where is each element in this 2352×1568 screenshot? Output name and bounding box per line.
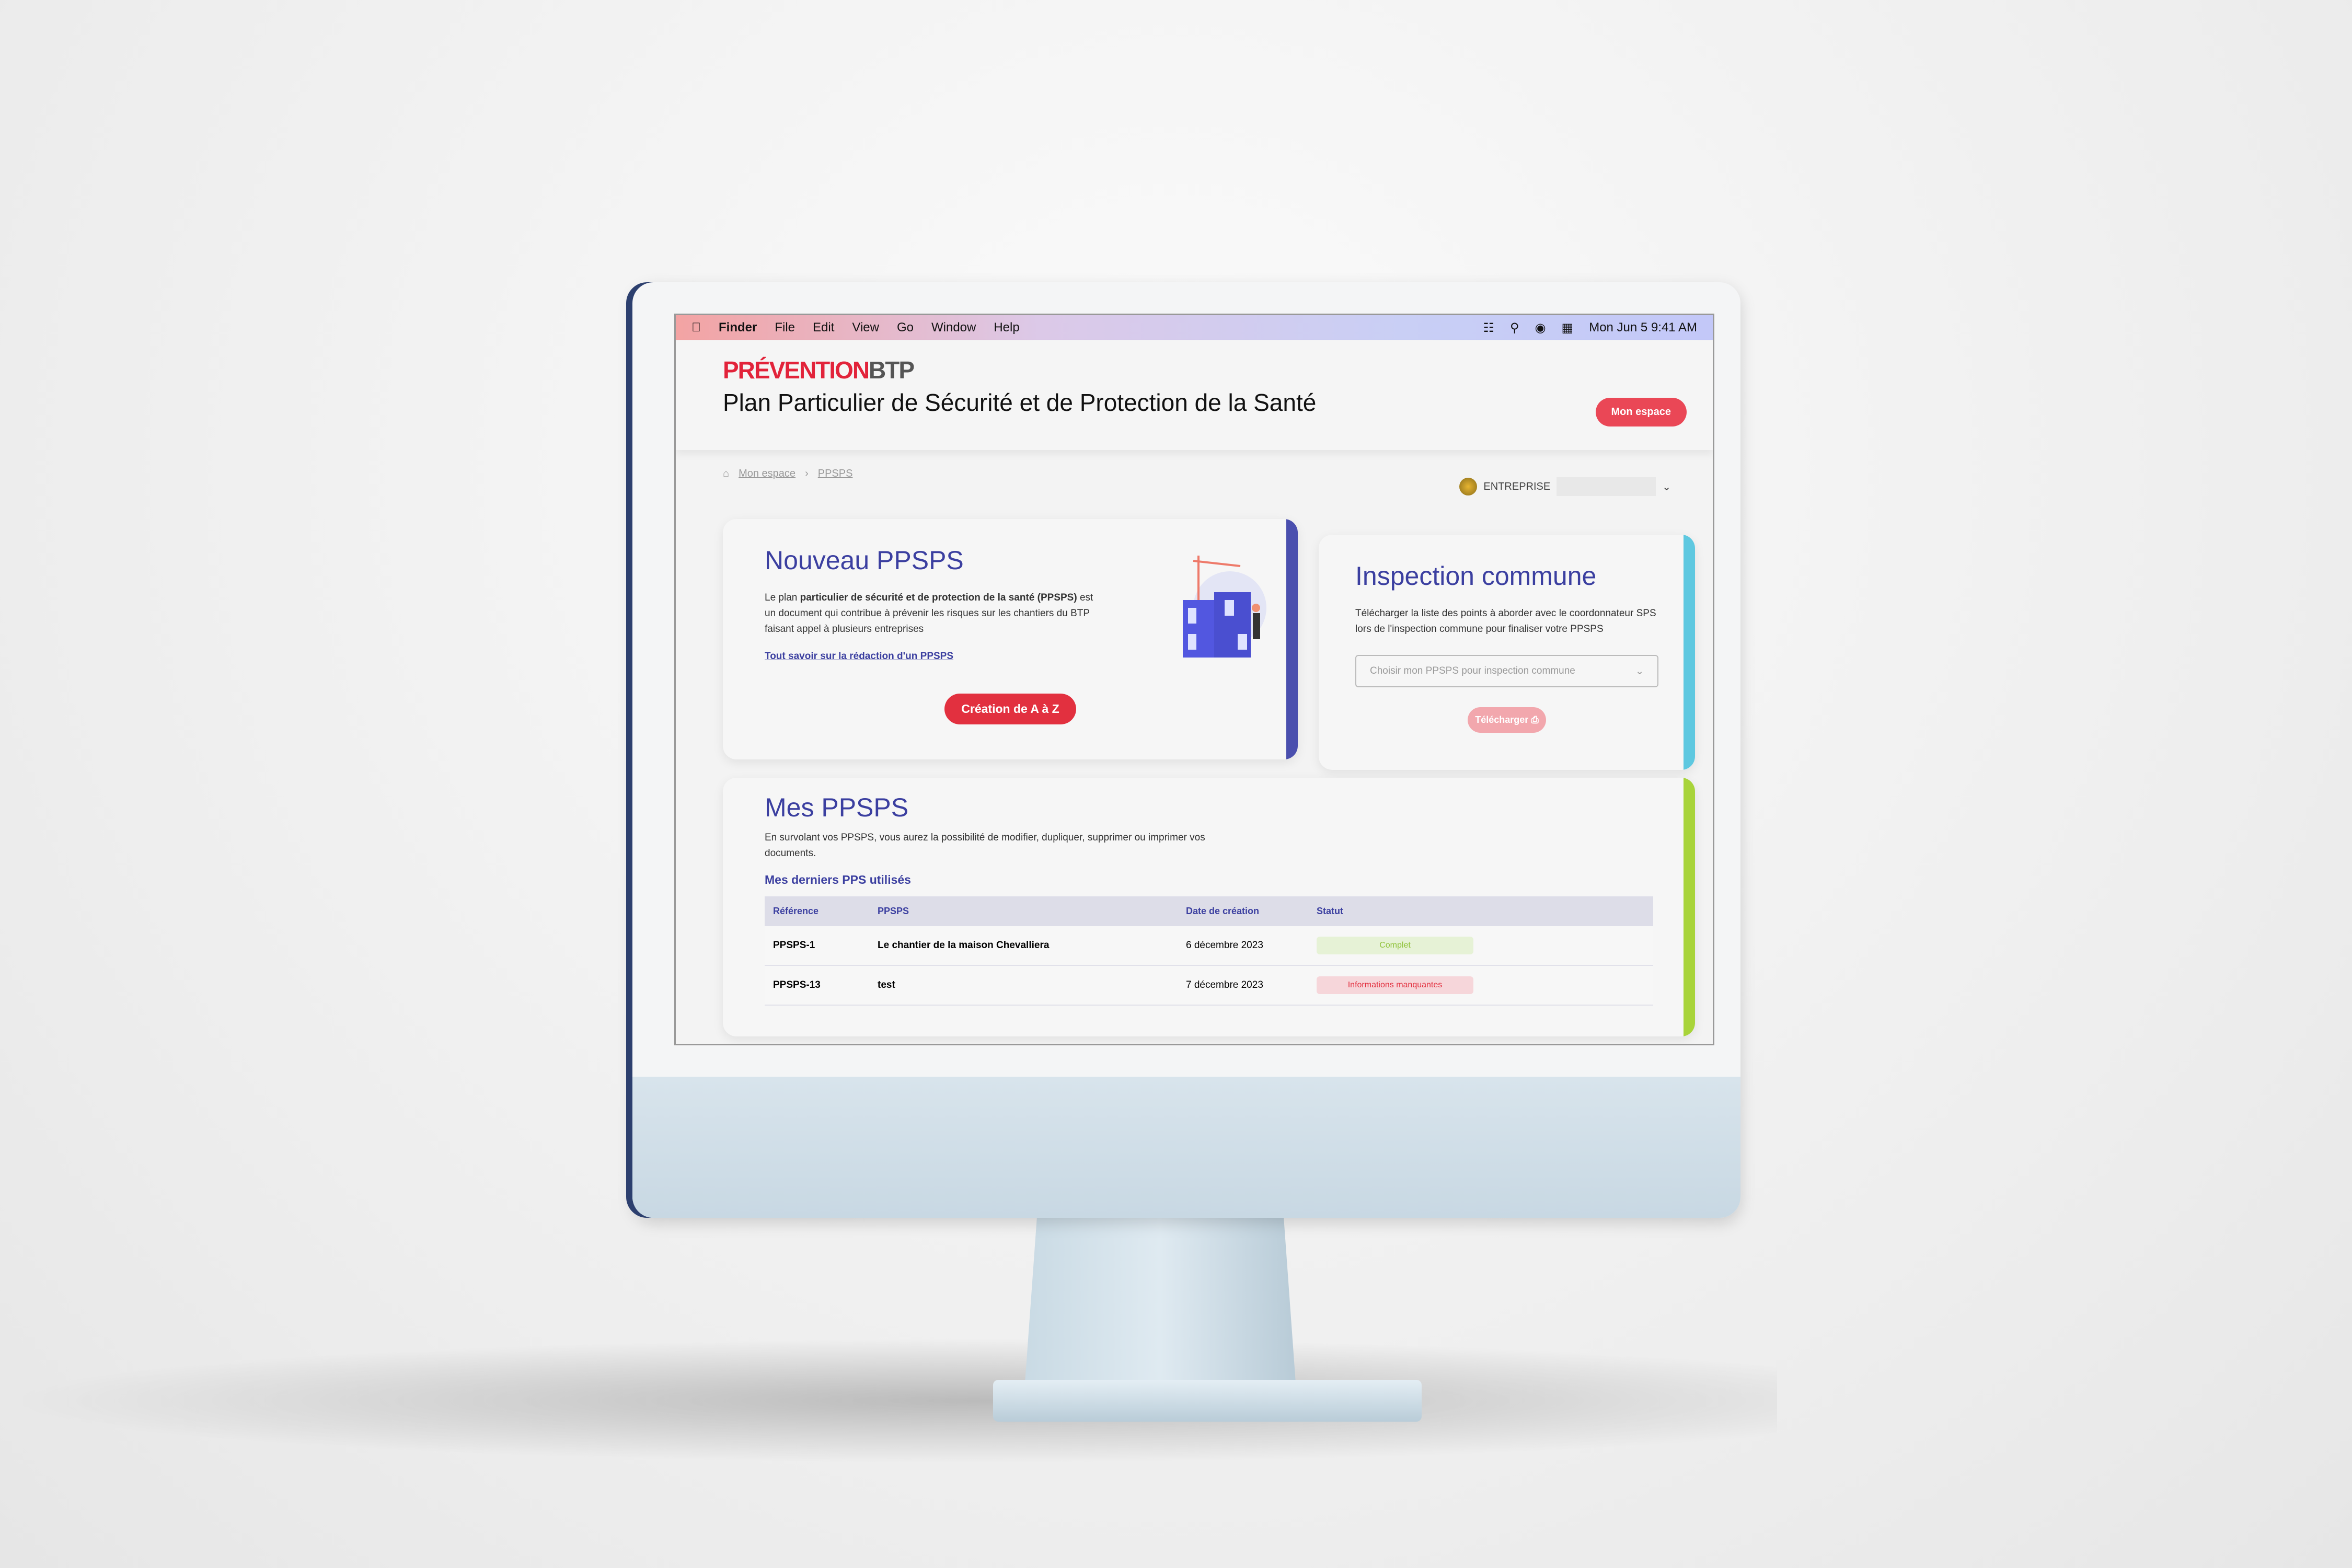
entreprise-name-redacted — [1557, 477, 1656, 496]
apple-icon[interactable]:  — [691, 320, 701, 335]
page-title: Plan Particulier de Sécurité et de Prote… — [723, 389, 1317, 416]
menu-view[interactable]: View — [852, 320, 879, 335]
wifi-icon[interactable]: ☷ — [1483, 320, 1494, 336]
menu-finder[interactable]: Finder — [719, 320, 757, 335]
control-center-icon[interactable]: ▦ — [1562, 320, 1574, 336]
chevron-down-icon[interactable]: ⌄ — [1662, 480, 1671, 493]
col-date: Date de création — [1178, 896, 1308, 926]
inspection-description: Télécharger la liste des points à aborde… — [1355, 608, 1656, 635]
entreprise-selector[interactable]: ENTREPRISE ⌄ — [1459, 477, 1671, 496]
company-avatar — [1459, 478, 1478, 495]
menu-help[interactable]: Help — [994, 320, 1019, 335]
breadcrumb-ppsps[interactable]: PPSPS — [818, 468, 853, 480]
status-badge: Informations manquantes — [1317, 976, 1473, 994]
creation-button[interactable]: Création de A à Z — [944, 694, 1076, 724]
inspection-card: Inspection commune Télécharger la liste … — [1319, 535, 1695, 770]
menu-go[interactable]: Go — [897, 320, 914, 335]
monitor-stand-base — [993, 1380, 1422, 1422]
screen:  Finder File Edit View Go Window Help ☷… — [674, 314, 1714, 1045]
building-illustration — [1183, 556, 1266, 658]
entreprise-label: ENTREPRISE — [1483, 480, 1551, 492]
user-icon[interactable]: ◉ — [1535, 320, 1546, 336]
monitor-chin — [632, 1077, 1740, 1218]
mes-description: En survolant vos PPSPS, vous aurez la po… — [765, 832, 1205, 859]
breadcrumb-mon-espace[interactable]: Mon espace — [739, 468, 795, 480]
nouveau-description: Le plan particulier de sécurité et de pr… — [765, 592, 1093, 635]
card-accent — [1684, 778, 1695, 1036]
menu-file[interactable]: File — [775, 320, 795, 335]
home-icon[interactable]: ⌂ — [723, 468, 729, 480]
site-header: PRÉVENTIONBTP Plan Particulier de Sécuri… — [676, 340, 1713, 450]
table-row[interactable]: PPSPS-1 Le chantier de la maison Chevalli… — [765, 926, 1653, 966]
chevron-down-icon: ⌄ — [1635, 665, 1644, 677]
card-accent — [1684, 535, 1695, 770]
mes-title: Mes PPSPS — [765, 793, 909, 822]
mon-espace-button[interactable]: Mon espace — [1595, 398, 1687, 426]
menu-bar:  Finder File Edit View Go Window Help ☷… — [676, 315, 1713, 340]
logo[interactable]: PRÉVENTIONBTP — [723, 356, 1666, 384]
search-icon[interactable]: ⚲ — [1510, 320, 1519, 336]
menu-edit[interactable]: Edit — [813, 320, 834, 335]
col-statut: Statut — [1308, 896, 1653, 926]
mes-ppsps-card: Mes PPSPS En survolant vos PPSPS, vous a… — [723, 778, 1695, 1036]
printer-icon: ⎙ — [1531, 714, 1539, 725]
table-row[interactable]: PPSPS-13 test 7 décembre 2023 Informations … — [765, 965, 1653, 1006]
card-accent — [1286, 519, 1298, 759]
nouveau-ppsps-card: Nouveau PPSPS Le plan particulier de séc… — [723, 519, 1298, 759]
telecharger-button[interactable]: Télécharger ⎙ — [1468, 707, 1546, 733]
status-badge: Complet — [1317, 937, 1473, 954]
recent-subtitle: Mes derniers PPS utilisés — [765, 873, 911, 886]
col-ppsps: PPSPS — [869, 896, 1178, 926]
col-reference: Référence — [765, 896, 869, 926]
ppsps-select[interactable]: Choisir mon PPSPS pour inspection commun… — [1355, 655, 1658, 687]
monitor:  Finder File Edit View Go Window Help ☷… — [632, 282, 1740, 1218]
chevron-right-icon: › — [805, 468, 809, 479]
floor-shadow — [0, 1338, 1777, 1463]
inspection-title: Inspection commune — [1355, 561, 1597, 591]
ppsps-table: Référence PPSPS Date de création Statut PPS… — [765, 896, 1653, 1006]
monitor-stand — [1024, 1202, 1296, 1390]
menu-window[interactable]: Window — [931, 320, 976, 335]
clock[interactable]: Mon Jun 5 9:41 AM — [1589, 320, 1697, 335]
